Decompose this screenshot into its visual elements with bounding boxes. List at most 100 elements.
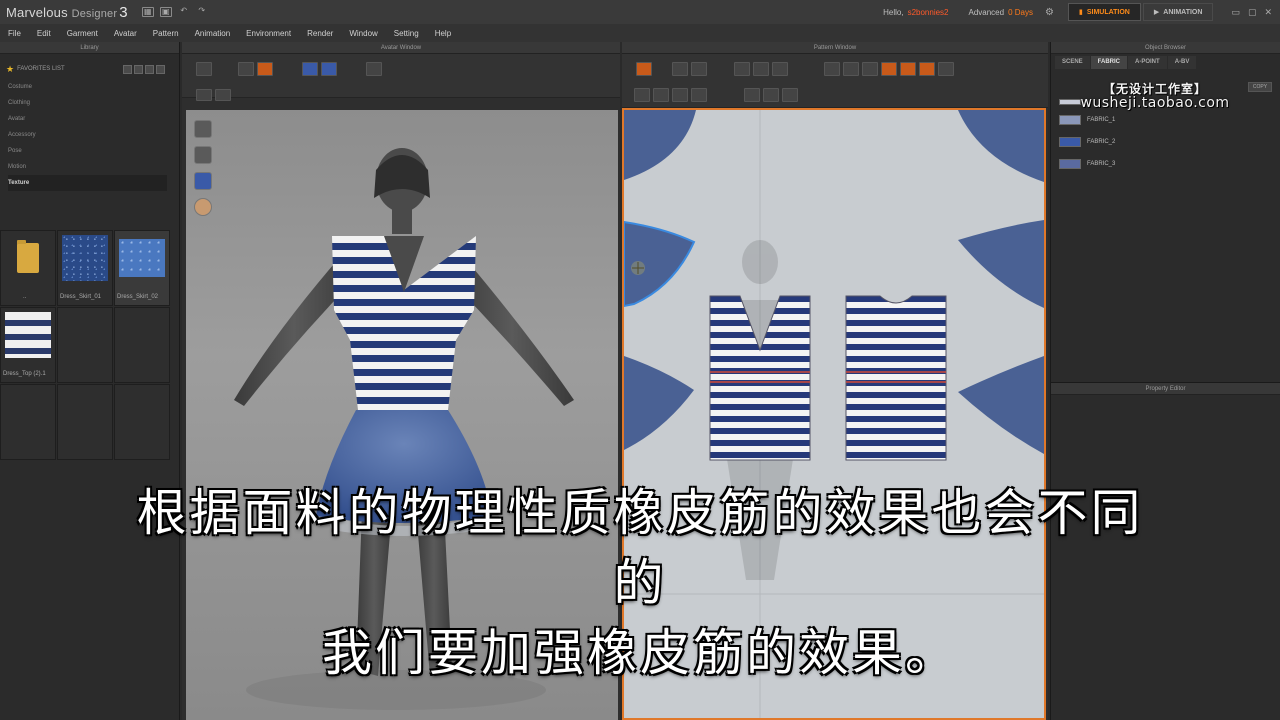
fabric-name: FABRIC_3	[1087, 161, 1116, 167]
dart-icon[interactable]	[938, 62, 954, 76]
license-days: 0 Days	[1008, 7, 1033, 17]
pin-tool-icon[interactable]	[257, 62, 273, 76]
internal-circle-icon[interactable]	[919, 62, 935, 76]
rectangle-icon[interactable]	[843, 62, 859, 76]
license-label: Advanced	[968, 7, 1005, 17]
menu-bar: File Edit Garment Avatar Pattern Animati…	[0, 24, 1280, 42]
fold-tool-icon[interactable]	[302, 62, 318, 76]
user-name[interactable]: s2bonnies2	[908, 8, 949, 17]
redo-icon[interactable]: ↷	[196, 7, 208, 17]
transform-pattern-icon[interactable]	[672, 62, 688, 76]
internal-rect-icon[interactable]	[900, 62, 916, 76]
library-item-motion[interactable]: Motion	[8, 159, 179, 175]
simulation-mode-button[interactable]: ▮ SIMULATION	[1067, 3, 1141, 21]
pattern-tools-5	[634, 86, 707, 104]
edit-curve-icon[interactable]	[734, 62, 750, 76]
fabric-item[interactable]: FABRIC_3	[1051, 153, 1280, 175]
gear-icon[interactable]: ⚙	[1045, 7, 1054, 18]
cut-icon[interactable]	[772, 62, 788, 76]
animation-mode-button[interactable]: ▶ ANIMATION	[1142, 3, 1214, 21]
menu-setting[interactable]: Setting	[386, 29, 427, 38]
add-point-icon[interactable]	[753, 62, 769, 76]
library-item-accessory[interactable]: Accessory	[8, 127, 179, 143]
polygon-icon[interactable]	[824, 62, 840, 76]
thumb-dress-skirt-01[interactable]: Dress_Skirt_01	[57, 230, 113, 306]
undo-icon[interactable]: ↶	[178, 7, 190, 17]
menu-help[interactable]: Help	[427, 29, 459, 38]
avatar-icon[interactable]	[194, 146, 212, 164]
library-item-costume[interactable]: Costume	[8, 79, 179, 95]
select-tool-icon[interactable]	[196, 62, 212, 76]
thumb-dress-skirt-02[interactable]: Dress_Skirt_02	[114, 230, 170, 306]
edit-sewing-icon[interactable]	[672, 88, 688, 102]
property-editor-title: Property Editor	[1051, 383, 1280, 395]
texture-edit-icon[interactable]	[744, 88, 760, 102]
free-sewing-icon[interactable]	[653, 88, 669, 102]
tab-scene[interactable]: SCENE	[1055, 56, 1090, 69]
texture-icon[interactable]	[194, 172, 212, 190]
minimize-icon[interactable]: ▭	[1231, 7, 1240, 18]
menu-file[interactable]: File	[0, 29, 29, 38]
menu-avatar[interactable]: Avatar	[106, 29, 145, 38]
thumb-folder-up[interactable]: ..	[0, 230, 56, 306]
app-logo: Marvelous Designer 3	[0, 4, 128, 21]
copy-button[interactable]: COPY	[1248, 82, 1272, 92]
menu-garment[interactable]: Garment	[59, 29, 106, 38]
grid-view-icon[interactable]	[123, 64, 132, 74]
internal-polygon-icon[interactable]	[881, 62, 897, 76]
library-item-clothing[interactable]: Clothing	[8, 95, 179, 111]
thumb-dress-top[interactable]: Dress_Top (2).1	[0, 307, 56, 383]
segment-sewing-icon[interactable]	[634, 88, 650, 102]
menu-pattern[interactable]: Pattern	[145, 29, 187, 38]
move-tool-icon[interactable]	[238, 62, 254, 76]
library-item-avatar[interactable]: Avatar	[8, 111, 179, 127]
library-item-pose[interactable]: Pose	[8, 143, 179, 159]
fabric-item[interactable]: FABRIC_2	[1051, 131, 1280, 153]
tab-fabric[interactable]: FABRIC	[1090, 56, 1128, 69]
circle-icon[interactable]	[862, 62, 878, 76]
fabric-item[interactable]: FABRIC_1	[1051, 109, 1280, 131]
list-view-icon[interactable]	[134, 64, 143, 74]
fabric-swatch	[119, 239, 165, 277]
close-icon[interactable]: ✕	[1264, 7, 1272, 18]
subtitle-line-2: 的	[613, 554, 667, 612]
fabric-swatch	[1059, 137, 1081, 147]
avatar-window-title: Avatar Window	[182, 42, 620, 54]
video-subtitle: 根据面料的物理性质橡皮筋的效果也会不同 的 我们要加强橡皮筋的效果。	[20, 478, 1260, 688]
thumb-label: Dress_Skirt_02	[117, 294, 159, 300]
library-thumbnails: .. Dress_Skirt_01 Dress_Skirt_02 Dress_T…	[0, 230, 170, 460]
avatar-neck	[392, 206, 412, 234]
refresh-icon[interactable]	[636, 62, 652, 76]
menu-animation[interactable]: Animation	[187, 29, 239, 38]
tack-sewing-icon[interactable]	[691, 88, 707, 102]
menu-edit[interactable]: Edit	[29, 29, 59, 38]
thumb-label: Dress_Top (2).1	[3, 371, 46, 377]
delete-icon[interactable]	[156, 64, 165, 74]
chart-icon[interactable]: ▦	[141, 7, 154, 17]
tab-a-point[interactable]: A-POINT	[1128, 56, 1167, 69]
title-bar: Marvelous Designer 3 ▦ ▣ ↶ ↷ Hello, s2bon…	[0, 0, 1280, 24]
measure-tool-icon[interactable]	[366, 62, 382, 76]
menu-window[interactable]: Window	[341, 29, 385, 38]
library-item-texture[interactable]: Texture	[8, 175, 167, 191]
simulation-label: SIMULATION	[1086, 8, 1130, 16]
texture-transform-icon[interactable]	[763, 88, 779, 102]
tab-a-bv[interactable]: A-BV	[1167, 56, 1197, 69]
favorites-row[interactable]: ★ FAVORITES LIST	[0, 61, 179, 77]
save-icon[interactable]: ▣	[159, 7, 172, 17]
hello-label: Hello,	[883, 7, 904, 17]
edit-pattern-icon[interactable]	[691, 62, 707, 76]
garment-icon[interactable]	[194, 120, 212, 138]
arrange-tool-icon[interactable]	[196, 89, 212, 101]
menu-render[interactable]: Render	[299, 29, 341, 38]
elastic-icon[interactable]	[782, 88, 798, 102]
viewport-side-icons	[194, 120, 212, 216]
tack-tool-icon[interactable]	[321, 62, 337, 76]
skin-icon[interactable]	[194, 198, 212, 216]
fabric-swatch	[5, 312, 51, 358]
edit-icon[interactable]	[145, 64, 154, 74]
fabric-swatch	[1059, 115, 1081, 125]
maximize-icon[interactable]: ▢	[1248, 7, 1257, 18]
layer-tool-icon[interactable]	[215, 89, 231, 101]
menu-environment[interactable]: Environment	[238, 29, 299, 38]
